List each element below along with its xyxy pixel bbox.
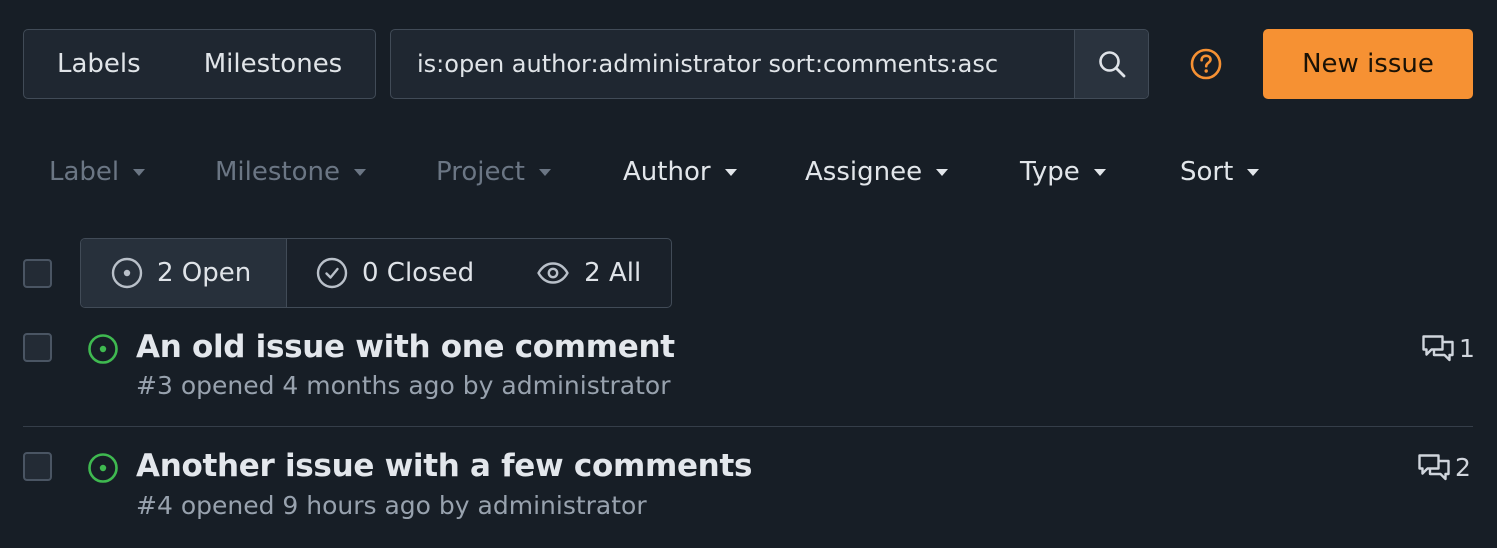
issue-state-tabs: 2 Open 0 Closed 2 All <box>80 238 672 308</box>
issue-title[interactable]: Another issue with a few comments <box>136 448 752 484</box>
tab-all[interactable]: 2 All <box>474 239 641 307</box>
issue-open-icon <box>88 453 118 483</box>
label-filter-text: Label <box>49 157 120 187</box>
milestone-filter-text: Milestone <box>215 157 340 187</box>
comments-count: 1 <box>1459 333 1475 363</box>
tab-open[interactable]: 2 Open <box>81 239 287 307</box>
comments-icon <box>1422 335 1454 362</box>
issue-meta: #3 opened 4 months ago by administrator <box>136 371 671 400</box>
search-icon <box>1098 51 1125 78</box>
type-filter[interactable]: Type <box>1020 152 1106 192</box>
chevron-down-icon <box>133 168 146 176</box>
issue-title[interactable]: An old issue with one comment <box>136 329 675 365</box>
chevron-down-icon <box>724 168 737 176</box>
chevron-down-icon <box>936 168 949 176</box>
chevron-down-icon <box>1093 168 1106 176</box>
issue-opened-text: opened 4 months ago by <box>180 371 494 400</box>
issue-checkbox[interactable] <box>23 333 52 362</box>
milestones-button[interactable]: Milestones <box>204 49 343 79</box>
tab-closed-label: 0 Closed <box>362 258 475 288</box>
issue-opened-text: opened 9 hours ago by <box>180 491 470 520</box>
labels-button[interactable]: Labels <box>57 49 141 79</box>
tab-open-label: 2 Open <box>157 258 252 288</box>
type-filter-text: Type <box>1020 157 1080 187</box>
row-divider <box>23 426 1473 427</box>
author-filter-text: Author <box>623 157 711 187</box>
select-all-checkbox[interactable] <box>23 259 52 288</box>
search-button[interactable] <box>1074 30 1148 98</box>
label-filter[interactable]: Label <box>49 152 146 192</box>
author-filter[interactable]: Author <box>623 152 737 192</box>
question-circle-icon[interactable] <box>1189 47 1223 81</box>
issue-open-icon <box>111 257 143 289</box>
issue-number: #3 <box>136 371 173 400</box>
comments-count-link[interactable]: 2 <box>1417 452 1471 482</box>
sort-filter[interactable]: Sort <box>1180 152 1260 192</box>
tab-all-label: 2 All <box>584 258 642 288</box>
issue-checkbox[interactable] <box>23 452 52 481</box>
chevron-down-icon <box>1247 168 1260 176</box>
chevron-down-icon <box>354 168 366 176</box>
check-circle-icon <box>316 257 348 289</box>
issue-number: #4 <box>136 491 173 520</box>
issue-author-link[interactable]: administrator <box>478 491 647 520</box>
chevron-down-icon <box>538 168 551 176</box>
comments-count-link[interactable]: 1 <box>1421 333 1475 363</box>
issue-open-icon <box>88 334 118 364</box>
assignee-filter-text: Assignee <box>805 157 923 187</box>
tab-closed[interactable]: 0 Closed <box>287 239 474 307</box>
issue-author-link[interactable]: administrator <box>501 371 670 400</box>
labels-milestones-group: Labels Milestones <box>23 29 376 99</box>
new-issue-button[interactable]: New issue <box>1263 29 1473 99</box>
project-filter[interactable]: Project <box>436 152 551 192</box>
search-input[interactable] <box>391 30 1074 98</box>
eye-icon <box>537 262 569 284</box>
comments-count: 2 <box>1455 452 1471 482</box>
sort-filter-text: Sort <box>1180 157 1234 187</box>
project-filter-text: Project <box>436 157 525 187</box>
milestone-filter[interactable]: Milestone <box>215 152 366 192</box>
comments-icon <box>1418 454 1450 481</box>
issue-meta: #4 opened 9 hours ago by administrator <box>136 491 647 520</box>
assignee-filter[interactable]: Assignee <box>805 152 949 192</box>
issue-search-bar <box>390 29 1149 99</box>
